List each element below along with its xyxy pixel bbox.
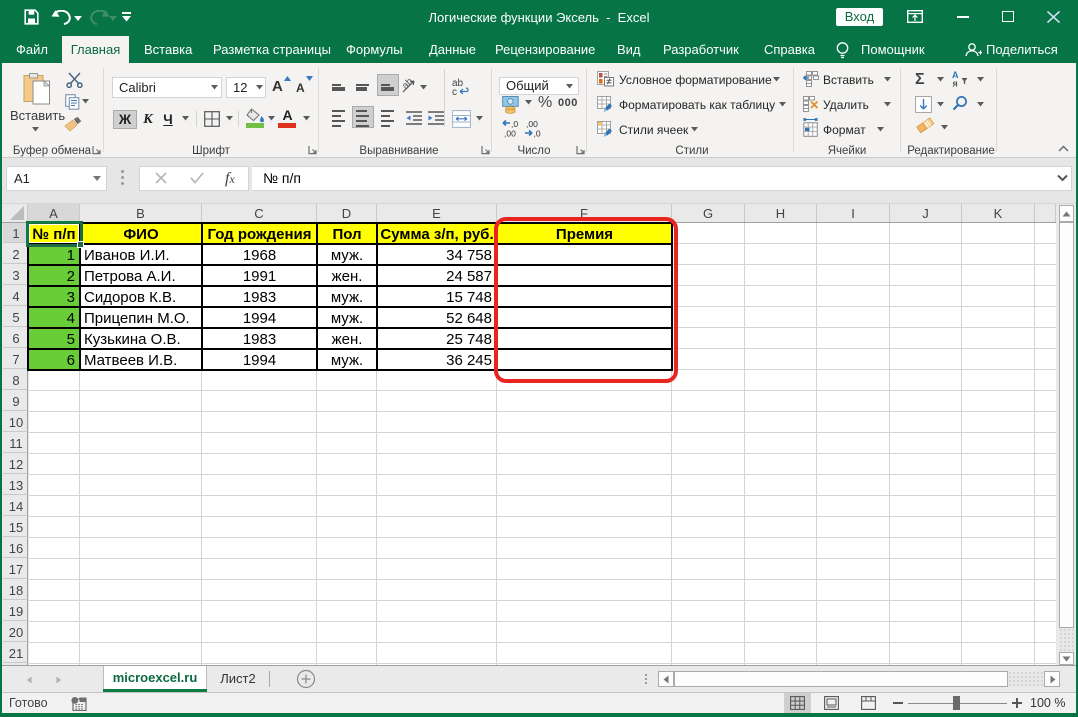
svg-text:c: c <box>452 87 457 96</box>
svg-text:,0: ,0 <box>511 119 518 129</box>
svg-text:я: я <box>953 79 958 88</box>
svg-text:,0: ,0 <box>534 129 541 139</box>
svg-text:,00: ,00 <box>504 129 516 139</box>
svg-text:,00: ,00 <box>526 119 538 129</box>
